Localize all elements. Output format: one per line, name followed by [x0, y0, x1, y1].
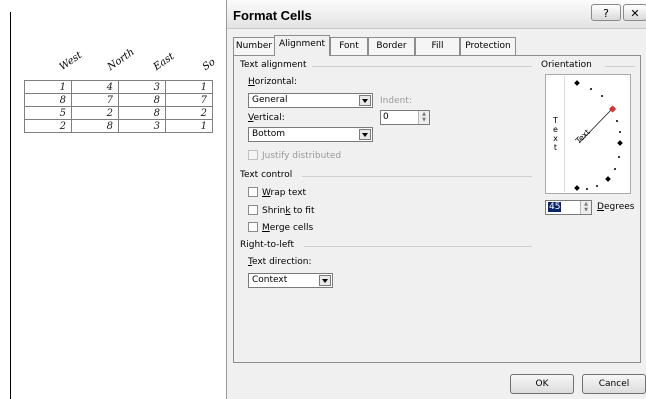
horizontal-value: General [252, 95, 288, 105]
table-row: 1 4 3 1 [24, 80, 213, 94]
vertical-text-letter: x [553, 134, 558, 143]
dialog-titlebar[interactable]: Format Cells ? ✕ [227, 0, 646, 29]
spin-down-icon[interactable]: ▼ [419, 117, 429, 123]
ok-button[interactable]: OK [510, 374, 574, 394]
chevron-down-icon[interactable] [359, 129, 371, 140]
column-header-north: North [105, 46, 137, 73]
format-cells-dialog: Format Cells ? ✕ Number Alignment Font B… [226, 0, 646, 399]
table-cell[interactable]: 2 [24, 119, 72, 133]
column-header-south: So [200, 56, 218, 73]
column-header-west: West [57, 49, 85, 73]
right-to-left-section: Right-to-left [240, 240, 532, 250]
vertical-text-letter: t [553, 143, 558, 152]
data-table: 1 4 3 1 8 7 8 7 5 2 8 2 2 8 3 1 [24, 80, 213, 133]
section-title: Orientation [541, 60, 592, 70]
table-cell[interactable]: 1 [165, 119, 213, 133]
spin-down-icon[interactable]: ▼ [581, 207, 591, 213]
orientation-handle[interactable] [609, 105, 617, 113]
degrees-spin-buttons[interactable]: ▲ ▼ [580, 201, 591, 214]
text-control-section: Text control [240, 170, 532, 180]
shrink-to-fit-checkbox[interactable] [248, 205, 258, 215]
chevron-down-icon[interactable] [319, 275, 331, 286]
indent-label: Indent: [380, 96, 412, 106]
table-cell[interactable]: 2 [165, 106, 213, 120]
tab-number[interactable]: Number [233, 37, 275, 55]
table-cell[interactable]: 5 [24, 106, 72, 120]
table-row: 8 7 8 7 [24, 93, 213, 107]
section-divider [304, 246, 532, 247]
degrees-stepper[interactable]: 45 ▲ ▼ [545, 200, 592, 215]
cancel-button[interactable]: Cancel [582, 374, 646, 394]
table-cell[interactable]: 8 [24, 93, 72, 107]
justify-distributed-label: Justify distributed [262, 151, 342, 161]
table-cell[interactable]: 1 [24, 80, 72, 94]
degrees-value: 45 [548, 202, 562, 212]
section-divider [312, 66, 532, 67]
orientation-section: Orientation [541, 60, 639, 70]
table-cell[interactable]: 3 [118, 119, 166, 133]
alignment-panel: Text alignment Horizontal: General Inden… [233, 55, 641, 363]
merge-cells-label: Merge cells [262, 223, 314, 233]
section-title: Text alignment [240, 60, 307, 70]
tab-border[interactable]: Border [368, 37, 415, 55]
tab-font[interactable]: Font [330, 37, 368, 55]
section-title: Right-to-left [240, 240, 294, 250]
table-cell[interactable]: 1 [165, 80, 213, 94]
text-alignment-section: Text alignment [240, 60, 532, 70]
table-cell[interactable]: 8 [71, 119, 119, 133]
table-row: 2 8 3 1 [24, 119, 213, 133]
horizontal-dropdown[interactable]: General [248, 93, 373, 108]
vertical-text-toggle[interactable]: T e x t [547, 76, 565, 192]
wrap-text-label: Wrap text [262, 188, 307, 198]
table-cell[interactable]: 2 [71, 106, 119, 120]
wrap-text-checkbox[interactable] [248, 187, 258, 197]
table-cell[interactable]: 8 [118, 106, 166, 120]
justify-distributed-checkbox[interactable] [248, 150, 258, 160]
dialog-title: Format Cells [233, 8, 312, 23]
orientation-dial[interactable]: Text [565, 75, 631, 193]
tab-alignment[interactable]: Alignment [274, 35, 330, 56]
text-direction-label: Text direction: [248, 257, 312, 267]
column-header-east: East [151, 51, 177, 73]
degrees-label: Degrees [597, 202, 635, 212]
text-direction-value: Context [252, 275, 288, 285]
vertical-dropdown[interactable]: Bottom [248, 127, 373, 142]
chevron-down-icon[interactable] [359, 95, 371, 106]
vertical-text-letter: T [553, 116, 558, 125]
vertical-value: Bottom [252, 129, 286, 139]
section-title: Text control [240, 170, 293, 180]
merge-cells-checkbox[interactable] [248, 222, 258, 232]
text-direction-dropdown[interactable]: Context [248, 273, 333, 288]
vertical-label: Vertical: [248, 113, 285, 123]
help-button[interactable]: ? [591, 4, 621, 21]
dial-text: Text [573, 128, 592, 147]
table-row: 5 2 8 2 [24, 106, 213, 120]
spreadsheet-area: West North East So 1 4 3 1 8 7 8 7 5 2 8… [0, 0, 240, 399]
shrink-to-fit-label: Shrink to fit [262, 206, 315, 216]
indent-value: 0 [383, 112, 389, 122]
table-cell[interactable]: 7 [165, 93, 213, 107]
indent-stepper[interactable]: 0 ▲ ▼ [380, 110, 430, 125]
horizontal-label: Horizontal: [248, 77, 297, 87]
section-divider [605, 66, 635, 67]
vertical-text-letter: e [553, 125, 558, 134]
orientation-control[interactable]: T e x t Text [545, 74, 631, 194]
table-cell[interactable]: 7 [71, 93, 119, 107]
close-button[interactable]: ✕ [623, 4, 646, 21]
table-cell[interactable]: 4 [71, 80, 119, 94]
table-cell[interactable]: 3 [118, 80, 166, 94]
tab-protection[interactable]: Protection [460, 37, 516, 55]
indent-spin-buttons[interactable]: ▲ ▼ [418, 111, 429, 124]
sheet-divider [10, 12, 11, 399]
section-divider [302, 176, 532, 177]
tab-fill[interactable]: Fill [415, 37, 460, 55]
table-cell[interactable]: 8 [118, 93, 166, 107]
